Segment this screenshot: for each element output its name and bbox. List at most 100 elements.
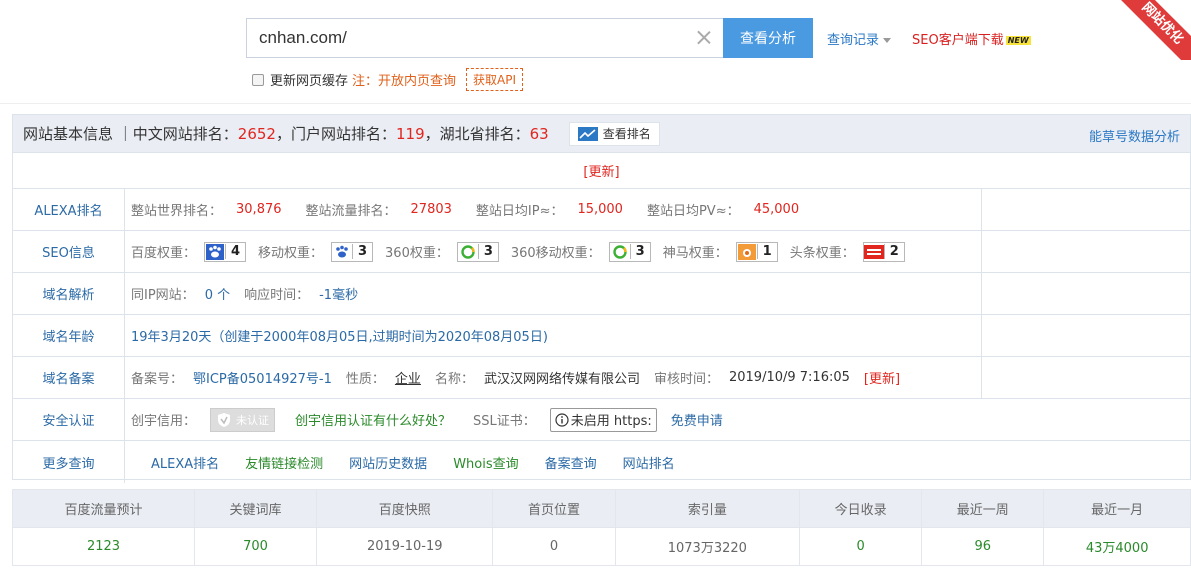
360-icon [458, 243, 478, 261]
toutiao-weight-badge[interactable]: 2 [862, 241, 905, 262]
stats-table: 百度流量预计 关键词库 百度快照 首页位置 索引量 今日收录 最近一周 最近一月… [12, 489, 1191, 566]
360-weight-label: 360权重： [385, 246, 449, 261]
download-label: SEO客户端下载 [912, 33, 1004, 48]
security-row: 安全认证 创宇信用： 未认证 创宇信用认证有什么好处？ SSL证书： 未启用 h… [13, 399, 1190, 441]
download-link[interactable]: SEO客户端下载 NEW [912, 29, 1031, 48]
stats-header: 百度快照 [316, 489, 494, 528]
corner-ribbon[interactable]: 网站优化 [1121, 0, 1191, 60]
stats-value: 1073万3220 [614, 527, 801, 566]
seo-content: 百度权重： 4 移动权重： 3 360权重： 3 360移动权重： 3 神马权重… [125, 231, 982, 272]
province-rank: 63 [529, 124, 549, 143]
beian-content: 备案号： 鄂ICP备05014927号-1 性质： 企业 名称： 武汉汉网网络传… [125, 357, 982, 398]
cache-label: 更新网页缓存 [270, 74, 349, 89]
stats-header: 索引量 [614, 489, 801, 528]
options-row: 更新网页缓存 注：开放内页查询 获取API [252, 68, 524, 91]
shenma-weight-value: 1 [756, 244, 777, 259]
seo-label[interactable]: SEO信息 [13, 231, 125, 272]
cache-checkbox[interactable] [252, 73, 264, 86]
360-weight-badge[interactable]: 3 [456, 241, 499, 262]
alexa-row: ALEXA排名 整站世界排名： 30,876 整站流量排名： 27803 整站日… [13, 189, 1190, 231]
toutiao-weight-value: 2 [883, 244, 904, 259]
info-panel: 网站基本信息 ｜中文网站排名： 2652 ，门户网站排名： 119 ，湖北省排名… [12, 114, 1191, 483]
info-icon [555, 412, 569, 427]
portal-label: ，门户网站排名： [275, 125, 396, 143]
daily-ip-label: 整站日均IP≈： [475, 204, 564, 219]
traffic-rank-label: 整站流量排名： [305, 204, 397, 219]
stats-header: 最近一周 [921, 489, 1045, 528]
analyze-button[interactable]: 查看分析 [723, 18, 813, 58]
chevron-down-icon [883, 38, 892, 43]
toutiao-weight-label: 头条权重： [789, 246, 855, 261]
more-alexa-link[interactable]: ALEXA排名 [151, 453, 219, 472]
traffic-rank-value: 27803 [410, 202, 452, 217]
cert-badge[interactable]: 未认证 [210, 407, 276, 432]
baidu-weight-badge[interactable]: 4 [204, 241, 247, 262]
same-ip-label: 同IP网站： [131, 288, 195, 303]
more-whois-link[interactable]: Whois查询 [453, 453, 518, 472]
mobile-weight-label: 移动权重： [258, 246, 324, 261]
stats-header-row: 百度流量预计 关键词库 百度快照 首页位置 索引量 今日收录 最近一周 最近一月 [12, 489, 1191, 528]
alexa-content: 整站世界排名： 30,876 整站流量排名： 27803 整站日均IP≈： 15… [125, 189, 982, 230]
beian-type-value[interactable]: 企业 [395, 368, 421, 387]
nbh-analysis-link[interactable]: 能草号数据分析 [1089, 126, 1180, 145]
domain-age-label[interactable]: 域名年龄 [13, 315, 125, 356]
mobile-weight-badge[interactable]: 3 [331, 241, 374, 262]
shenma-weight-badge[interactable]: 1 [735, 241, 778, 262]
stats-header: 今日收录 [799, 489, 923, 528]
stats-value[interactable]: 43万4000 [1043, 527, 1191, 566]
domain-age-content: 19年3月20天（创建于2000年08月05日,过期时间为2020年08月05日… [125, 315, 982, 356]
daily-pv-label: 整站日均PV≈： [646, 204, 740, 219]
search-input[interactable] [247, 19, 687, 57]
stats-value[interactable]: 96 [921, 527, 1045, 566]
cert-text: 未认证 [236, 413, 270, 427]
more-history-link[interactable]: 网站历史数据 [349, 453, 427, 472]
beian-update-link[interactable]: [更新] [864, 368, 900, 387]
ssl-status-box[interactable]: 未启用 https: [549, 407, 657, 432]
more-siterank-link[interactable]: 网站排名 [623, 453, 675, 472]
shenma-icon [737, 243, 757, 261]
view-rank-button[interactable]: 查看排名 [568, 121, 660, 146]
divider [0, 103, 1191, 104]
beian-no-value[interactable]: 鄂ICP备05014927号-1 [193, 368, 332, 387]
stats-value[interactable]: 2123 [12, 527, 195, 566]
ssl-apply-link[interactable]: 免费申请 [671, 410, 723, 429]
security-content: 创宇信用： 未认证 创宇信用认证有什么好处？ SSL证书： 未启用 https:… [125, 399, 723, 440]
credit-info-link[interactable]: 创宇信用认证有什么好处？ [295, 410, 451, 429]
update-link[interactable]: [更新] [583, 161, 619, 180]
api-button[interactable]: 获取API [466, 68, 524, 91]
toutiao-icon [863, 243, 884, 261]
ribbon-label: 网站优化 [1121, 0, 1191, 60]
360-weight-value: 3 [477, 244, 498, 259]
stats-value[interactable]: 700 [193, 527, 318, 566]
search-box [246, 18, 724, 58]
alexa-label[interactable]: ALEXA排名 [13, 189, 125, 230]
stats-value[interactable]: 0 [799, 527, 923, 566]
domain-age-value[interactable]: 19年3月20天（创建于2000年08月05日,过期时间为2020年08月05日… [131, 326, 548, 345]
portal-rank: 119 [395, 124, 425, 143]
baidu-weight-label: 百度权重： [131, 246, 197, 261]
beian-label[interactable]: 域名备案 [13, 357, 125, 398]
domain-resolve-label[interactable]: 域名解析 [13, 273, 125, 314]
world-rank-value: 30,876 [236, 202, 282, 217]
daily-ip-value: 15,000 [577, 202, 623, 217]
360-icon [610, 243, 630, 261]
history-label: 查询记录 [827, 33, 880, 48]
clear-icon[interactable] [696, 29, 712, 45]
daily-pv-value: 45,000 [753, 202, 800, 217]
stats-header: 最近一月 [1043, 489, 1191, 528]
stats-value-row: 2123 700 2019-10-19 0 1073万3220 0 96 43万… [12, 527, 1191, 566]
response-time-label: 响应时间： [244, 288, 310, 303]
panel-header: 网站基本信息 ｜中文网站排名： 2652 ，门户网站排名： 119 ，湖北省排名… [13, 115, 1190, 153]
360-mobile-weight-badge[interactable]: 3 [608, 241, 651, 262]
more-beian-link[interactable]: 备案查询 [545, 453, 597, 472]
shield-icon [218, 412, 231, 427]
domain-resolve-content: 同IP网站： 0 个 响应时间： -1毫秒 [125, 273, 982, 314]
history-link[interactable]: 查询记录 [827, 29, 892, 48]
new-badge: NEW [1005, 36, 1031, 45]
same-ip-value[interactable]: 0 个 [205, 284, 230, 303]
mobile-weight-value: 3 [352, 244, 372, 259]
more-label[interactable]: 更多查询 [13, 441, 125, 483]
province-label: ，湖北省排名： [424, 125, 530, 143]
more-friendlink-link[interactable]: 友情链接检测 [245, 453, 323, 472]
security-label[interactable]: 安全认证 [13, 399, 125, 440]
